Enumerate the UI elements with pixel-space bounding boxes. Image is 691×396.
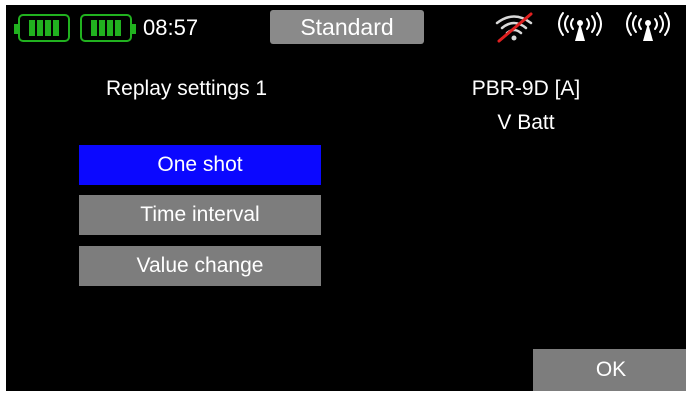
receiver-battery-icon bbox=[80, 14, 136, 42]
clock: 08:57 bbox=[143, 15, 199, 40]
no-signal-icon bbox=[495, 12, 533, 43]
transmitter-battery-icon bbox=[14, 14, 70, 42]
sensor-value-name: V Batt bbox=[497, 111, 555, 134]
antenna-1-icon bbox=[558, 12, 602, 41]
option-value-change[interactable]: Value change bbox=[79, 246, 321, 286]
page-title: Replay settings 1 bbox=[106, 77, 268, 100]
sensor-device-name: PBR-9D [A] bbox=[471, 77, 581, 100]
antenna-2-icon bbox=[626, 12, 670, 41]
option-one-shot[interactable]: One shot bbox=[79, 145, 321, 185]
option-time-interval[interactable]: Time interval bbox=[79, 195, 321, 235]
mode-button[interactable]: Standard bbox=[270, 10, 424, 44]
ok-button[interactable]: OK bbox=[533, 349, 686, 391]
screen: 08:57 Standard Replay settings 1 PBR-9D … bbox=[6, 5, 686, 391]
